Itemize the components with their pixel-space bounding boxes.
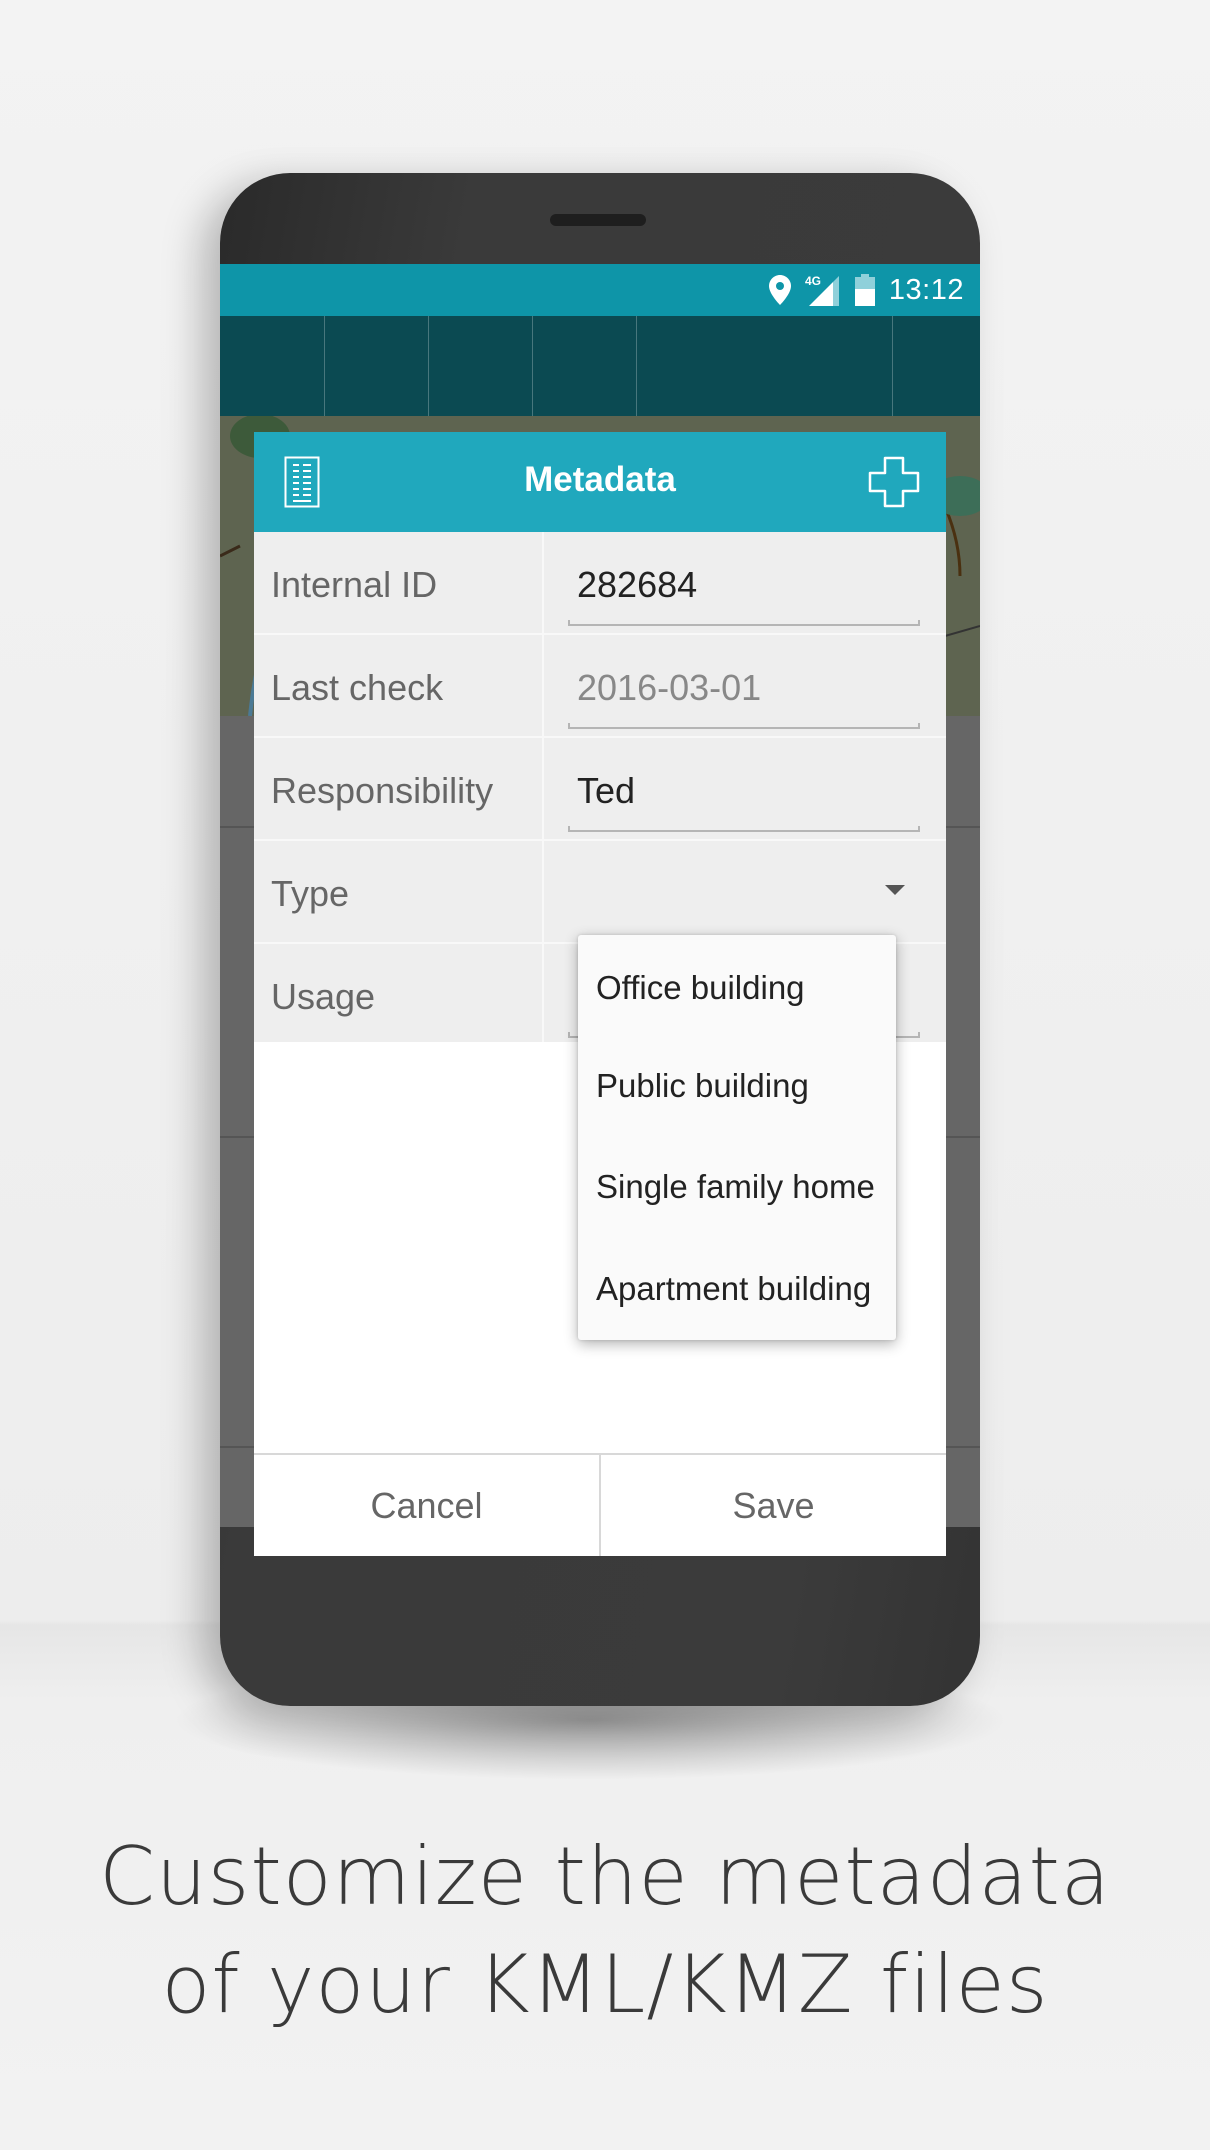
type-dropdown-caret-icon[interactable] (885, 885, 905, 895)
metadata-dialog: Metadata Internal ID 282684 Last check 2… (254, 432, 946, 1563)
dialog-title: Metadata (524, 460, 676, 499)
input-underline (568, 723, 920, 729)
field-row-responsibility: Responsibility Ted (254, 738, 946, 841)
caption-line-2: of your KML/KMZ files (161, 1938, 1049, 2031)
phone-speaker (550, 214, 646, 226)
battery-icon (854, 274, 875, 306)
field-label: Last check (271, 667, 444, 708)
caption-line-1: Customize the metadata (99, 1830, 1111, 1923)
svg-text:4G: 4G (805, 274, 821, 288)
cancel-button[interactable]: Cancel (254, 1455, 599, 1556)
status-time: 13:12 (888, 273, 964, 306)
internal-id-input[interactable]: 282684 (577, 564, 697, 606)
field-label: Internal ID (271, 564, 438, 605)
save-button[interactable]: Save (599, 1455, 946, 1556)
status-bar: 4G 13:12 (220, 264, 980, 316)
add-plus-icon[interactable] (868, 456, 920, 508)
location-icon (768, 275, 791, 305)
last-check-input[interactable]: 2016-03-01 (577, 667, 761, 709)
dropdown-option[interactable]: Office building (578, 945, 896, 1035)
dialog-header: Metadata (254, 432, 946, 532)
field-row-type: Type (254, 841, 946, 944)
dropdown-option[interactable]: Apartment building (578, 1238, 896, 1340)
dropdown-option[interactable]: Single family home (578, 1137, 896, 1239)
field-row-last-check: Last check 2016-03-01 (254, 635, 946, 738)
type-dropdown-menu: Office building Public building Single f… (578, 935, 896, 1340)
field-label: Responsibility (271, 770, 494, 811)
field-row-internal-id: Internal ID 282684 (254, 532, 946, 635)
app-toolbar (220, 316, 980, 416)
field-label: Usage (271, 976, 376, 1017)
input-underline (568, 826, 920, 832)
field-label: Type (271, 873, 350, 914)
dropdown-option[interactable]: Public building (578, 1035, 896, 1137)
responsibility-input[interactable]: Ted (577, 770, 635, 812)
dialog-actions: Cancel Save (254, 1453, 946, 1556)
signal-4g-icon: 4G (805, 274, 839, 306)
input-underline (568, 620, 920, 626)
phone-mockup: 4G 13:12 Metadata Internal ID 282684 Las… (220, 173, 980, 1706)
